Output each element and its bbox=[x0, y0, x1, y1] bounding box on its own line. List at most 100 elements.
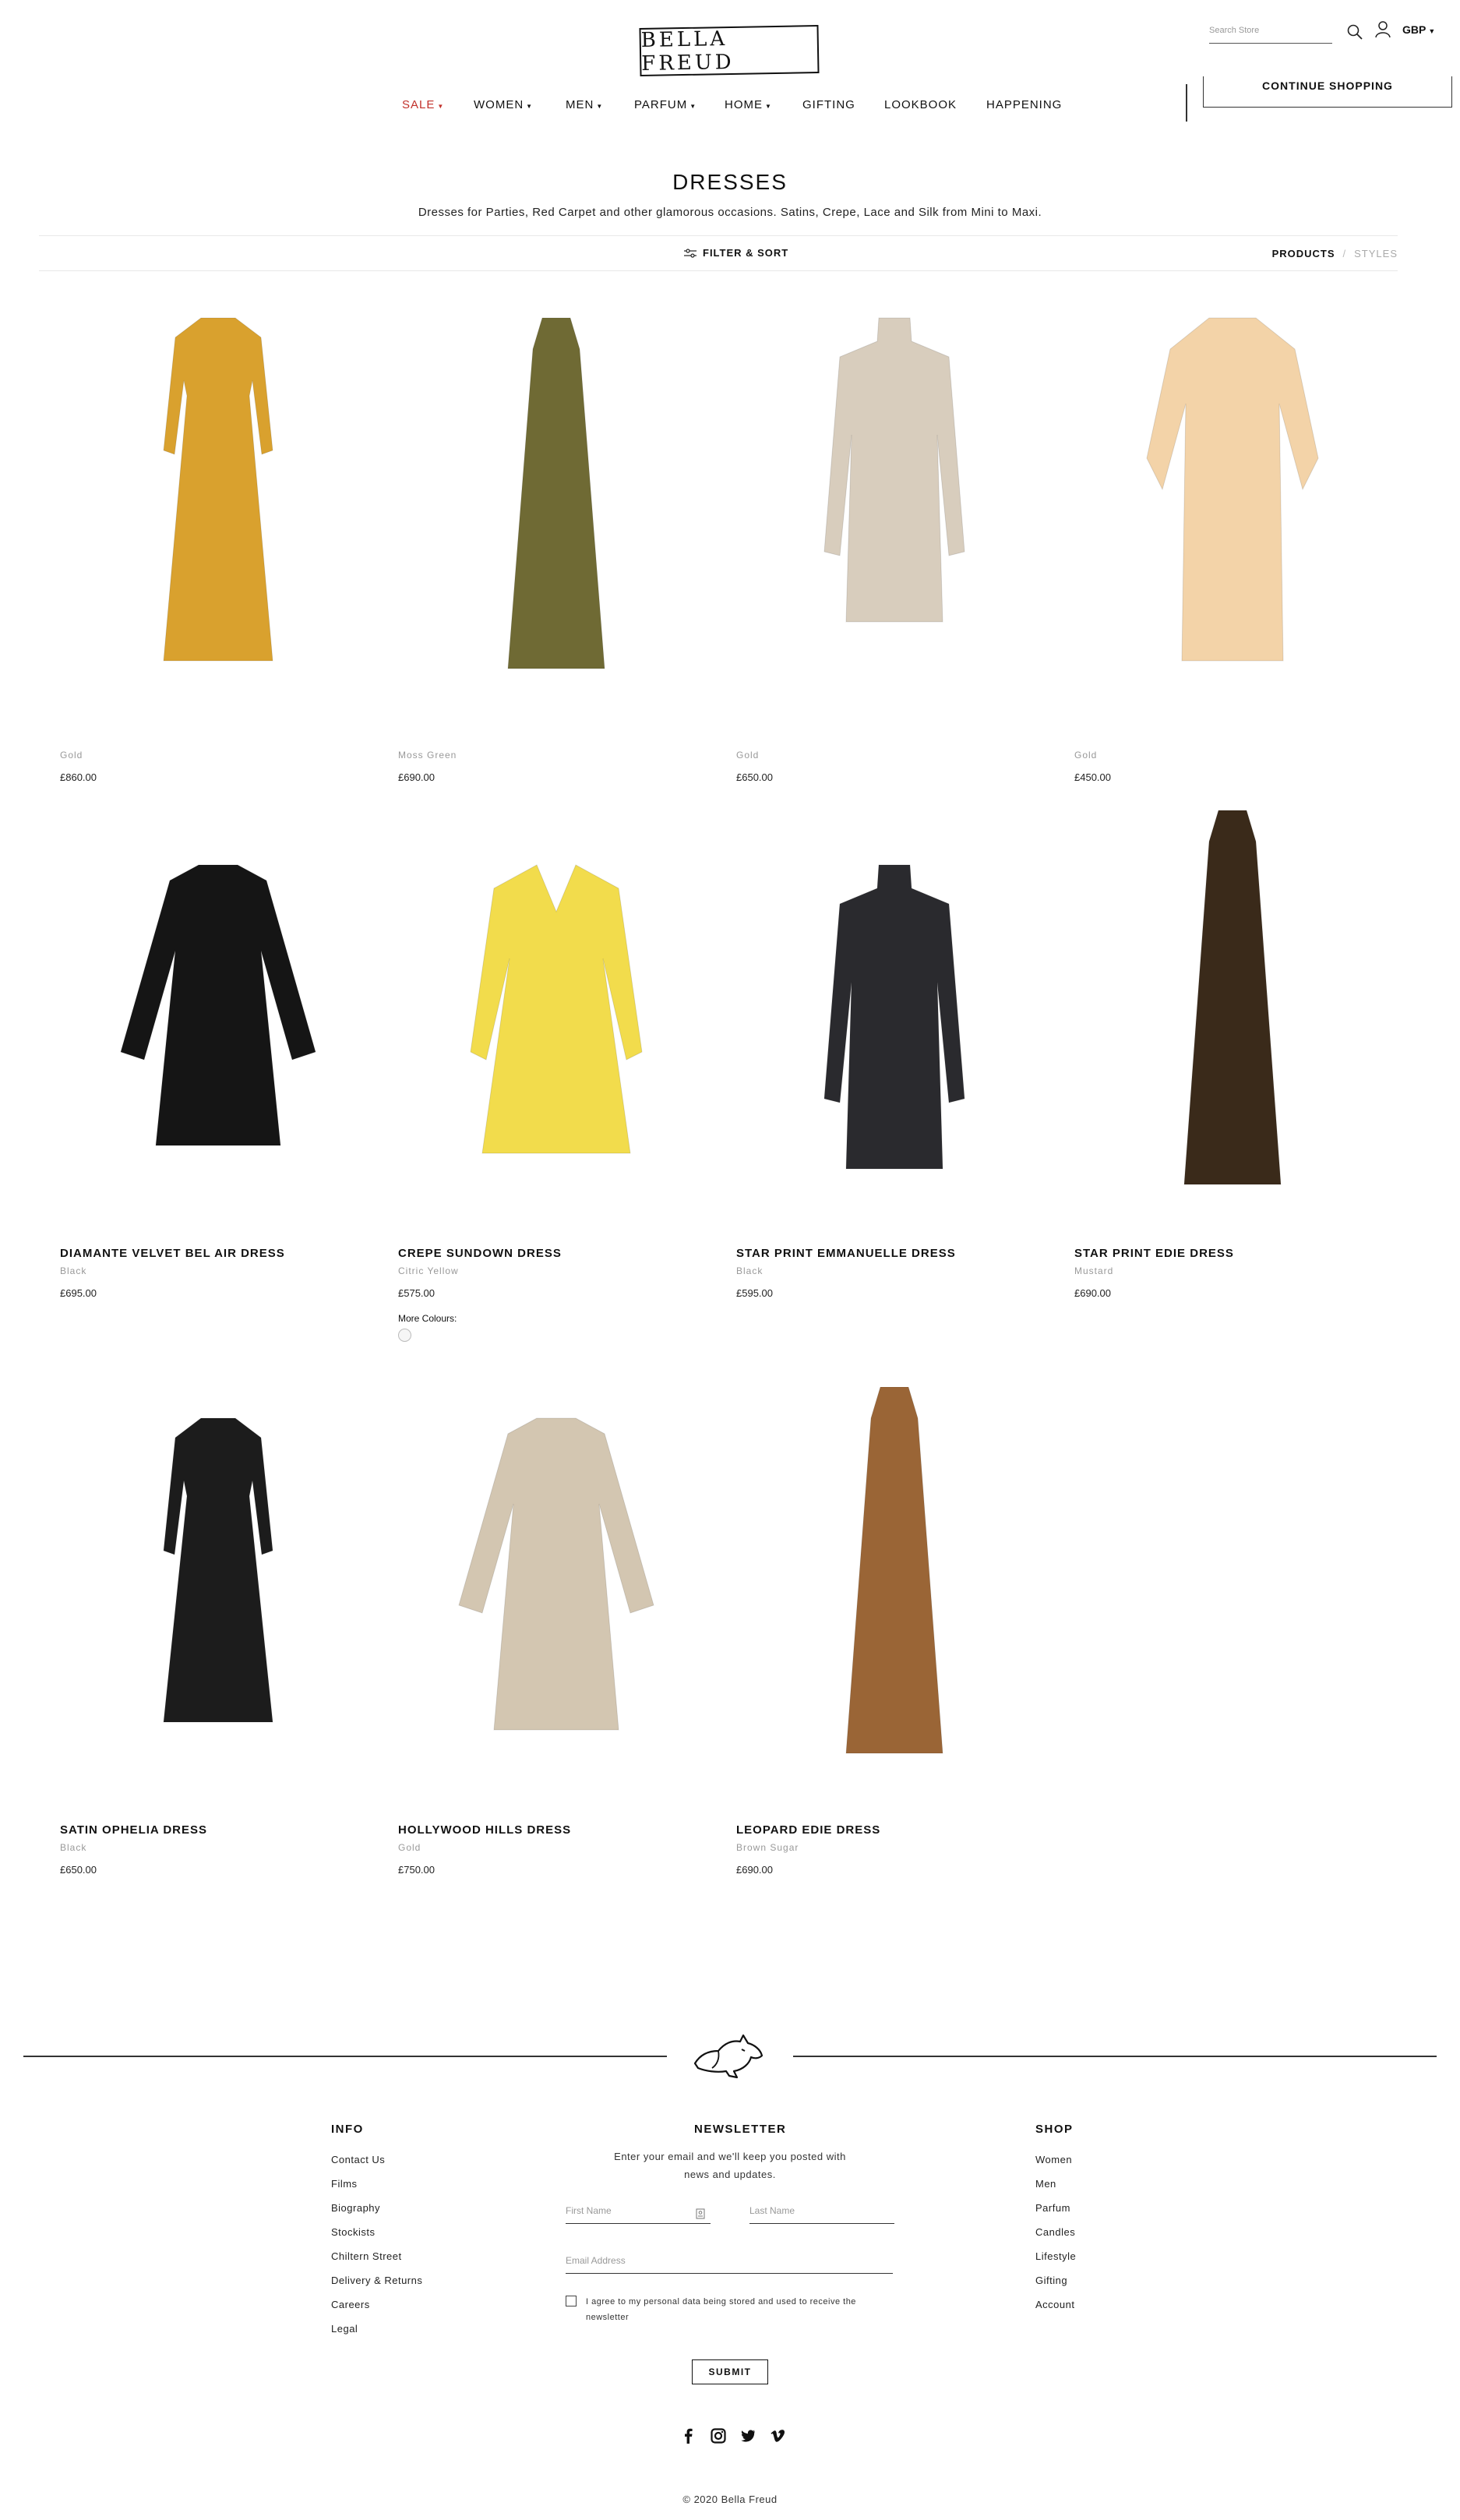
product-info: Moss Green £690.00 bbox=[398, 731, 457, 783]
chevron-down-icon: ▼ bbox=[689, 103, 697, 110]
product-price: £450.00 bbox=[1074, 771, 1111, 783]
footer-shop-links: Women Men Parfum Candles Lifestyle Gifti… bbox=[1035, 2154, 1076, 2323]
page-title: DRESSES bbox=[672, 170, 788, 194]
product-info: STAR PRINT EMMANUELLE DRESS Black £595.00 bbox=[736, 1247, 956, 1299]
sliders-icon bbox=[684, 248, 696, 258]
search-icon[interactable] bbox=[1346, 23, 1363, 41]
instagram-icon[interactable] bbox=[711, 2428, 726, 2444]
product-image[interactable] bbox=[707, 810, 1081, 1247]
facebook-icon[interactable] bbox=[681, 2428, 696, 2444]
footer-link[interactable]: Lifestyle bbox=[1035, 2250, 1076, 2275]
currency-selector[interactable]: GBP ▼ bbox=[1402, 23, 1435, 36]
view-toggle: PRODUCTS / STYLES bbox=[1272, 248, 1398, 259]
nav-item-women[interactable]: WOMEN ▼ bbox=[474, 98, 533, 111]
filter-sort-button[interactable]: FILTER & SORT bbox=[684, 247, 788, 259]
footer-link[interactable]: Women bbox=[1035, 2154, 1076, 2178]
product-info: Gold £450.00 bbox=[1074, 731, 1111, 783]
brand-logo[interactable]: BELLA FREUD bbox=[639, 24, 820, 77]
copyright: © 2020 Bella Freud bbox=[682, 2494, 778, 2505]
footer-divider bbox=[793, 2056, 1437, 2057]
consent-checkbox[interactable] bbox=[566, 2296, 577, 2306]
product-image[interactable] bbox=[369, 302, 743, 739]
product-price: £650.00 bbox=[736, 771, 773, 783]
footer-link[interactable]: Legal bbox=[331, 2323, 422, 2347]
newsletter-consent: I agree to my personal data being stored… bbox=[566, 2294, 901, 2325]
product-colour: Black bbox=[60, 1265, 87, 1276]
product-name[interactable] bbox=[398, 731, 457, 748]
view-products-link[interactable]: PRODUCTS bbox=[1272, 248, 1335, 259]
twitter-icon[interactable] bbox=[740, 2428, 756, 2444]
footer-link[interactable]: Films bbox=[331, 2178, 422, 2202]
product-name[interactable]: STAR PRINT EDIE DRESS bbox=[1074, 1247, 1234, 1264]
product-name[interactable] bbox=[736, 731, 773, 748]
nav-item-parfum[interactable]: PARFUM ▼ bbox=[634, 98, 696, 111]
product-image[interactable] bbox=[707, 1387, 1081, 1823]
nav-item-sale[interactable]: SALE ▼ bbox=[402, 98, 444, 111]
footer-link[interactable]: Candles bbox=[1035, 2226, 1076, 2250]
nav-item-home[interactable]: HOME ▼ bbox=[725, 98, 772, 111]
footer-link[interactable]: Delivery & Returns bbox=[331, 2275, 422, 2299]
footer-link[interactable]: Gifting bbox=[1035, 2275, 1076, 2299]
last-name-field[interactable]: Last Name bbox=[749, 2202, 894, 2224]
product-name[interactable]: DIAMANTE VELVET BEL AIR DRESS bbox=[60, 1247, 285, 1264]
nav-item-gifting[interactable]: GIFTING bbox=[802, 98, 855, 111]
product-image[interactable] bbox=[369, 1387, 743, 1823]
product-info: HOLLYWOOD HILLS DRESS Gold £750.00 bbox=[398, 1823, 571, 1876]
footer-info-title: INFO bbox=[331, 2123, 364, 2136]
product-name[interactable]: SATIN OPHELIA DRESS bbox=[60, 1823, 207, 1841]
footer-link[interactable]: Parfum bbox=[1035, 2202, 1076, 2226]
product-image[interactable] bbox=[31, 1387, 405, 1823]
site-header: BELLA FREUD Search Store GBP ▼ SALE ▼ WOME… bbox=[0, 0, 1460, 132]
product-colour: Black bbox=[736, 1265, 764, 1276]
product-image[interactable] bbox=[31, 302, 405, 739]
product-name[interactable]: CREPE SUNDOWN DRESS bbox=[398, 1247, 562, 1264]
product-colour: Citric Yellow bbox=[398, 1265, 459, 1276]
search-input[interactable]: Search Store bbox=[1209, 23, 1332, 44]
footer-link[interactable]: Stockists bbox=[331, 2226, 422, 2250]
product-colour: Brown Sugar bbox=[736, 1842, 799, 1853]
submit-button[interactable]: SUBMIT bbox=[692, 2359, 768, 2384]
chevron-down-icon: ▼ bbox=[765, 103, 772, 110]
footer-link[interactable]: Account bbox=[1035, 2299, 1076, 2323]
cart-drawer-edge: CONTINUE SHOPPING bbox=[1186, 76, 1460, 122]
nav-item-happening[interactable]: HAPPENING bbox=[986, 98, 1062, 111]
account-icon[interactable] bbox=[1374, 20, 1391, 39]
logo-text: BELLA FREUD bbox=[640, 27, 735, 76]
product-image[interactable] bbox=[31, 810, 405, 1247]
product-image[interactable] bbox=[1046, 810, 1419, 1247]
nav-item-lookbook[interactable]: LOOKBOOK bbox=[884, 98, 957, 111]
product-image[interactable] bbox=[707, 302, 1081, 739]
chevron-down-icon: ▼ bbox=[1428, 27, 1436, 35]
footer-newsletter-title: NEWSLETTER bbox=[694, 2123, 787, 2136]
product-info: SATIN OPHELIA DRESS Black £650.00 bbox=[60, 1823, 207, 1876]
footer-link[interactable]: Contact Us bbox=[331, 2154, 422, 2178]
currency-label: GBP bbox=[1402, 23, 1426, 36]
product-price: £695.00 bbox=[60, 1287, 97, 1299]
product-info: Gold £860.00 bbox=[60, 731, 97, 783]
footer-link[interactable]: Chiltern Street bbox=[331, 2250, 422, 2275]
product-image[interactable] bbox=[369, 810, 743, 1247]
product-info: DIAMANTE VELVET BEL AIR DRESS Black £695.0… bbox=[60, 1247, 285, 1299]
product-name[interactable]: STAR PRINT EMMANUELLE DRESS bbox=[736, 1247, 956, 1264]
footer-link[interactable]: Careers bbox=[331, 2299, 422, 2323]
product-colour: Gold bbox=[398, 1842, 421, 1853]
colour-swatch[interactable] bbox=[398, 1329, 411, 1342]
view-styles-link[interactable]: STYLES bbox=[1354, 248, 1398, 259]
vimeo-icon[interactable] bbox=[770, 2428, 785, 2444]
nav-item-men[interactable]: MEN ▼ bbox=[566, 98, 603, 111]
continue-shopping-button[interactable]: CONTINUE SHOPPING bbox=[1203, 76, 1452, 108]
autofill-contact-icon[interactable] bbox=[696, 2208, 705, 2219]
product-name[interactable] bbox=[60, 731, 97, 748]
email-field[interactable]: Email Address bbox=[566, 2252, 893, 2274]
footer-info-links: Contact Us Films Biography Stockists Chi… bbox=[331, 2154, 422, 2347]
footer-link[interactable]: Men bbox=[1035, 2178, 1076, 2202]
footer-link[interactable]: Biography bbox=[331, 2202, 422, 2226]
product-name[interactable]: HOLLYWOOD HILLS DRESS bbox=[398, 1823, 571, 1841]
product-name[interactable] bbox=[1074, 731, 1111, 748]
product-name[interactable]: LEOPARD EDIE DRESS bbox=[736, 1823, 880, 1841]
product-image[interactable] bbox=[1046, 302, 1419, 739]
product-colour: Gold bbox=[60, 750, 83, 761]
newsletter-text: Enter your email and we'll keep you post… bbox=[614, 2151, 846, 2180]
product-price: £595.00 bbox=[736, 1287, 773, 1299]
first-name-field[interactable]: First Name bbox=[566, 2202, 711, 2224]
